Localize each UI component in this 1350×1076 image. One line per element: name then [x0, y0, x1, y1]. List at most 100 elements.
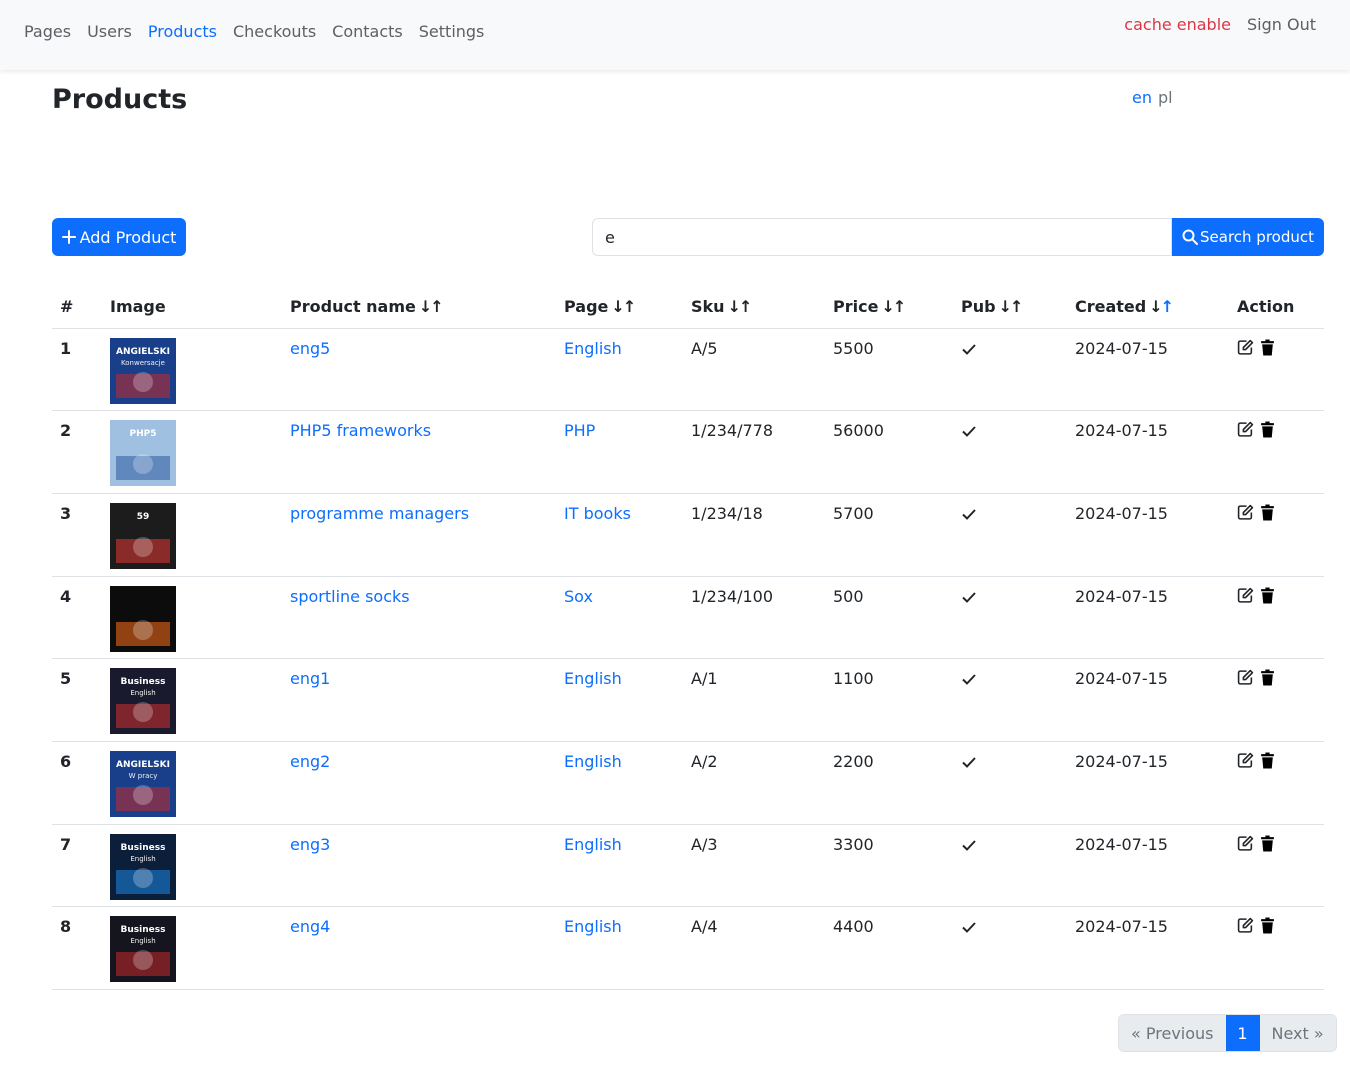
row-created: 2024-07-15 — [1067, 410, 1229, 494]
svg-text:English: English — [130, 689, 155, 697]
product-page-link[interactable]: English — [564, 339, 622, 358]
search-input[interactable] — [592, 218, 1172, 256]
col-header-page[interactable]: Page ↓↑ — [556, 286, 683, 329]
previous-page-button[interactable]: « Previous — [1119, 1015, 1226, 1051]
product-thumbnail[interactable]: Business English — [110, 833, 176, 900]
trash-icon[interactable] — [1260, 752, 1275, 769]
table-header-row: # Image Product name ↓↑ Page ↓↑ Sku ↓↑ Pric… — [52, 286, 1324, 329]
row-sku: 1/234/18 — [683, 493, 825, 577]
nav-checkouts[interactable]: Checkouts — [233, 22, 316, 41]
row-pub — [953, 741, 1067, 825]
row-price: 5500 — [825, 328, 953, 412]
sort-icon[interactable]: ↓↑ — [999, 297, 1024, 316]
cache-toggle-link[interactable]: cache enable — [1124, 15, 1231, 34]
row-price: 2200 — [825, 741, 953, 825]
product-name-link[interactable]: sportline socks — [290, 587, 410, 606]
product-page-link[interactable]: English — [564, 669, 622, 688]
col-header-price[interactable]: Price ↓↑ — [825, 286, 953, 329]
edit-icon[interactable] — [1237, 917, 1254, 934]
page-1-button[interactable]: 1 — [1225, 1015, 1260, 1051]
product-page-link[interactable]: English — [564, 835, 622, 854]
svg-text:Business: Business — [121, 925, 166, 935]
product-page-link[interactable]: IT books — [564, 504, 631, 523]
col-header-image: Image — [102, 286, 282, 329]
product-name-link[interactable]: PHP5 frameworks — [290, 421, 431, 440]
product-page-link[interactable]: PHP — [564, 421, 595, 440]
trash-icon[interactable] — [1260, 917, 1275, 934]
edit-icon[interactable] — [1237, 835, 1254, 852]
lang-en-link[interactable]: en — [1132, 88, 1152, 107]
row-pub — [953, 493, 1067, 577]
product-thumbnail[interactable]: ANGIELSKI W pracy — [110, 750, 176, 817]
product-name-link[interactable]: eng2 — [290, 752, 330, 771]
product-thumbnail[interactable]: ANGIELSKI Konwersacje — [110, 337, 176, 404]
main-nav: Pages Users Products Checkouts Contacts … — [24, 22, 484, 41]
col-header-created[interactable]: Created ↓↑ — [1067, 286, 1229, 329]
row-image-cell: Business English — [102, 824, 282, 908]
row-created: 2024-07-15 — [1067, 658, 1229, 742]
svg-text:English: English — [130, 937, 155, 945]
row-created: 2024-07-15 — [1067, 493, 1229, 577]
trash-icon[interactable] — [1260, 421, 1275, 438]
row-actions — [1229, 410, 1324, 494]
product-thumbnail[interactable]: Business English — [110, 668, 176, 735]
product-name-link[interactable]: eng3 — [290, 835, 330, 854]
row-product-name: programme managers — [282, 493, 556, 577]
search-button[interactable]: Search product — [1172, 218, 1324, 256]
row-actions — [1229, 576, 1324, 660]
nav-contacts[interactable]: Contacts — [332, 22, 403, 41]
trash-icon[interactable] — [1260, 504, 1275, 521]
svg-text:English: English — [130, 855, 155, 863]
sort-icon[interactable]: ↓↑ — [611, 297, 636, 316]
nav-products[interactable]: Products — [148, 22, 217, 41]
row-actions — [1229, 906, 1324, 990]
table-row: 1 ANGIELSKI Konwersacje eng5 English A/5… — [52, 328, 1324, 412]
col-header-name[interactable]: Product name ↓↑ — [282, 286, 556, 329]
product-name-link[interactable]: eng5 — [290, 339, 330, 358]
product-page-link[interactable]: English — [564, 917, 622, 936]
edit-icon[interactable] — [1237, 587, 1254, 604]
lang-pl-link[interactable]: pl — [1158, 88, 1173, 107]
product-name-link[interactable]: programme managers — [290, 504, 469, 523]
edit-icon[interactable] — [1237, 504, 1254, 521]
table-row: 5 Business English eng1 English A/1 1100… — [52, 658, 1324, 742]
product-thumbnail[interactable] — [110, 585, 176, 652]
nav-settings[interactable]: Settings — [419, 22, 485, 41]
col-header-pub[interactable]: Pub ↓↑ — [953, 286, 1067, 329]
row-number: 3 — [52, 493, 102, 577]
row-actions — [1229, 741, 1324, 825]
sort-icon[interactable]: ↓↑ — [419, 297, 444, 316]
product-thumbnail[interactable]: 59 — [110, 502, 176, 569]
check-icon — [962, 343, 976, 355]
edit-icon[interactable] — [1237, 421, 1254, 438]
sort-active-icon[interactable]: ↓↑ — [1149, 297, 1174, 316]
product-name-link[interactable]: eng4 — [290, 917, 330, 936]
trash-icon[interactable] — [1260, 669, 1275, 686]
sort-icon[interactable]: ↓↑ — [728, 297, 753, 316]
add-product-button[interactable]: Add Product — [52, 218, 186, 256]
edit-icon[interactable] — [1237, 669, 1254, 686]
nav-users[interactable]: Users — [87, 22, 132, 41]
nav-pages[interactable]: Pages — [24, 22, 71, 41]
row-price: 4400 — [825, 906, 953, 990]
edit-icon[interactable] — [1237, 339, 1254, 356]
row-pub — [953, 906, 1067, 990]
product-thumbnail[interactable]: Business English — [110, 916, 176, 983]
table-row: 4 sportline socks Sox 1/234/100 500 2024… — [52, 576, 1324, 660]
sort-icon[interactable]: ↓↑ — [881, 297, 906, 316]
product-page-link[interactable]: English — [564, 752, 622, 771]
next-page-button[interactable]: Next » — [1259, 1015, 1336, 1051]
trash-icon[interactable] — [1260, 587, 1275, 604]
sign-out-link[interactable]: Sign Out — [1247, 15, 1316, 34]
product-page-link[interactable]: Sox — [564, 587, 593, 606]
trash-icon[interactable] — [1260, 835, 1275, 852]
check-icon — [962, 591, 976, 603]
col-header-sku[interactable]: Sku ↓↑ — [683, 286, 825, 329]
trash-icon[interactable] — [1260, 339, 1275, 356]
product-name-link[interactable]: eng1 — [290, 669, 330, 688]
row-page: English — [556, 824, 683, 908]
edit-icon[interactable] — [1237, 752, 1254, 769]
row-image-cell — [102, 576, 282, 660]
product-thumbnail[interactable]: PHP5 — [110, 420, 176, 487]
svg-text:ANGIELSKI: ANGIELSKI — [116, 760, 170, 770]
